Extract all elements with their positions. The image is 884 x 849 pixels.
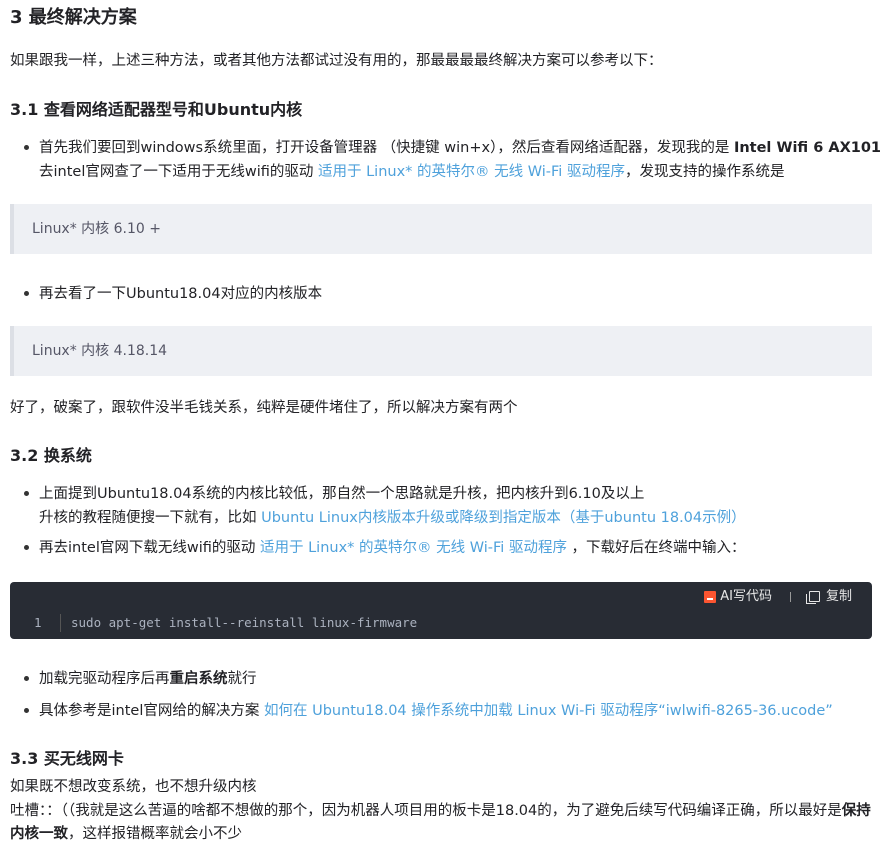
list-item-text-segment: 升核的教程随便搜一下就有，比如 [39, 510, 262, 526]
list-item-text: 再去看了一下Ubuntu18.04对应的内核版本 [39, 286, 323, 302]
list-item: 具体参考是intel官网给的解决方案 如何在 Ubuntu18.04 操作系统中… [24, 699, 874, 723]
ai-code-button[interactable]: AI写代码 [704, 585, 772, 609]
section-3-2-heading: 3.2 换系统 [10, 446, 92, 465]
list-item-text-segment: 首先我们要回到windows系统里面，打开设备管理器 （快捷键 win+x），然… [39, 140, 734, 156]
list-item-text-segment: 再去intel官网下载无线wifi的驱动 [39, 540, 260, 556]
paragraph: 如果既不想改变系统，也不想升级内核 [10, 779, 257, 795]
kernel-upgrade-link[interactable]: Ubuntu Linux内核版本升级或降级到指定版本（基于ubuntu 18.0… [261, 510, 746, 526]
intel-driver-link[interactable]: 适用于 Linux* 的英特尔® 无线 Wi-Fi 驱动程序 [318, 164, 625, 180]
list-item-text-segment: 加载完驱动程序后再 [39, 671, 170, 687]
list-item-text: 首先我们要回到windows系统里面，打开设备管理器 （快捷键 win+x），然… [39, 136, 881, 160]
blockquote-kernel-required: Linux* 内核 6.10 + [10, 204, 872, 254]
emphasis-text: 重启系统 [169, 671, 228, 687]
code-line: 1 sudo apt-get install--reinstall linux-… [10, 612, 872, 634]
list-item-text-line2: 去intel官网查了一下适用于无线wifi的驱动 适用于 Linux* 的英特尔… [39, 160, 874, 184]
list-item-text-segment: 具体参考是intel官网给的解决方案 [39, 703, 264, 719]
section-3-intro: 如果跟我一样，上述三种方法，或者其他方法都试过没有用的，那最最最最终解决方案可以… [10, 53, 663, 69]
code-block: AI写代码 复制 1 sudo apt-get install--reinsta… [10, 582, 872, 639]
toolbar-divider [789, 592, 791, 602]
section-3-heading: 3 最终解决方案 [10, 7, 137, 28]
line-number: 1 [34, 615, 42, 630]
list-item-text-segment: 去intel官网查了一下适用于无线wifi的驱动 [39, 164, 318, 180]
list-item: 再去intel官网下载无线wifi的驱动 适用于 Linux* 的英特尔® 无线… [24, 536, 874, 560]
ai-code-label: AI写代码 [720, 589, 772, 604]
emphasis-text: 内核一致 [10, 826, 68, 842]
list-item-text-line2: 升核的教程随便搜一下就有，比如 Ubuntu Linux内核版本升级或降级到指定… [39, 506, 874, 530]
paragraph-complaint: 吐槽：：（（我就是这么苦逼的啥都不想做的那个，因为机器人项目用的板卡是18.04… [10, 799, 871, 823]
code-toolbar: AI写代码 复制 [704, 586, 852, 608]
code-text[interactable]: sudo apt-get install--reinstall linux-fi… [71, 612, 417, 634]
intel-solution-link[interactable]: 如何在 Ubuntu18.04 操作系统中加载 Linux Wi-Fi 驱动程序… [264, 703, 833, 719]
blockquote-kernel-current: Linux* 内核 4.18.14 [10, 326, 872, 376]
list-item-text: 具体参考是intel官网给的解决方案 如何在 Ubuntu18.04 操作系统中… [39, 699, 874, 723]
adapter-model: Intel Wifi 6 AX101 [733, 140, 882, 156]
list-item-text-segment: ，发现支持的操作系统是 [624, 164, 785, 180]
paragraph-complaint-cont: 内核一致，这样报错概率就会小不少 [10, 822, 242, 846]
conclusion-text: 好了，破案了，跟软件没半毛钱关系，纯粹是硬件堵住了，所以解决方案有两个 [10, 400, 518, 416]
ai-code-icon [704, 590, 717, 603]
list-item-text-segment: ，下载好后在终端中输入： [566, 540, 746, 556]
intel-driver-link-2[interactable]: 适用于 Linux* 的英特尔® 无线 Wi-Fi 驱动程序 [260, 540, 567, 556]
copy-icon [805, 591, 820, 604]
section-3-3-heading: 3.3 买无线网卡 [10, 749, 124, 768]
list-item-text: 加载完驱动程序后再重启系统就行 [39, 667, 874, 691]
list-item-text-segment: 就行 [227, 671, 257, 687]
article: 3 最终解决方案 如果跟我一样，上述三种方法，或者其他方法都试过没有用的，那最最… [0, 0, 884, 849]
list-item-text: 上面提到Ubuntu18.04系统的内核比较低，那自然一个思路就是升核，把内核升… [39, 486, 645, 502]
list-item-text: 再去intel官网下载无线wifi的驱动 适用于 Linux* 的英特尔® 无线… [39, 536, 874, 560]
paragraph-text-segment: ，这样报错概率就会小不少 [68, 826, 242, 842]
copy-label: 复制 [825, 589, 852, 604]
list-item: 首先我们要回到windows系统里面，打开设备管理器 （快捷键 win+x），然… [24, 136, 881, 184]
paragraph-text-segment: 吐槽：：（（我就是这么苦逼的啥都不想做的那个，因为机器人项目用的板卡是18.04… [10, 803, 842, 819]
section-3-1-heading: 3.1 查看网络适配器型号和Ubuntu内核 [10, 100, 303, 119]
list-item: 上面提到Ubuntu18.04系统的内核比较低，那自然一个思路就是升核，把内核升… [24, 482, 874, 530]
copy-button[interactable]: 复制 [805, 585, 852, 609]
emphasis-text: 保持 [841, 803, 871, 819]
list-item: 再去看了一下Ubuntu18.04对应的内核版本 [24, 282, 874, 306]
gutter-divider [60, 614, 61, 632]
list-item: 加载完驱动程序后再重启系统就行 [24, 667, 874, 691]
